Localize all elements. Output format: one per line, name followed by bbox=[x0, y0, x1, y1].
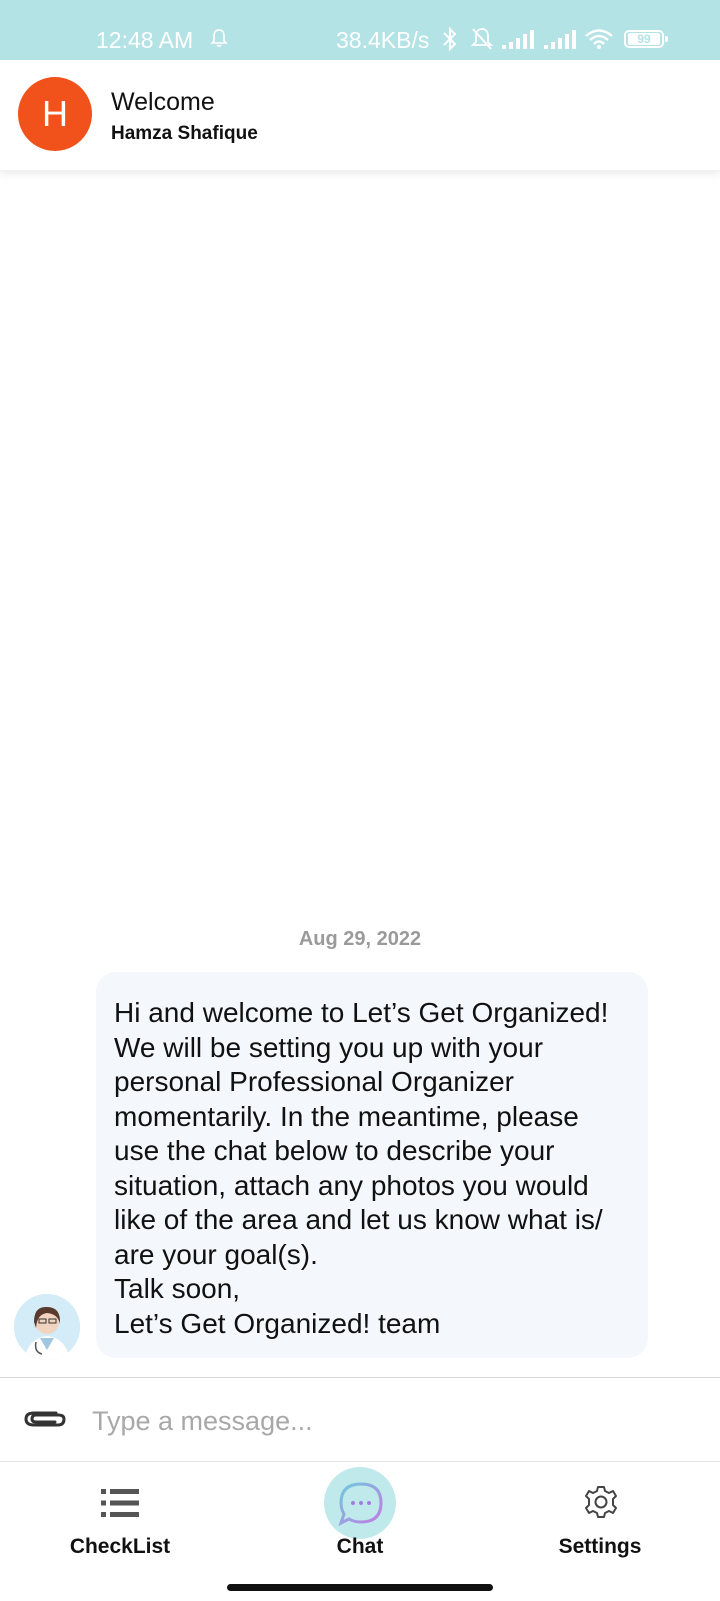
status-time: 12:48 AM bbox=[96, 27, 194, 53]
bluetooth-icon bbox=[443, 26, 457, 52]
message-input[interactable] bbox=[90, 1396, 694, 1446]
nav-settings-label: Settings bbox=[558, 1535, 642, 1558]
date-separator: Aug 29, 2022 bbox=[298, 928, 422, 950]
nav-checklist[interactable]: CheckList bbox=[60, 1462, 180, 1562]
nav-chat[interactable]: Chat bbox=[310, 1462, 410, 1562]
doctor-avatar-icon bbox=[14, 1294, 80, 1360]
checklist-icon bbox=[101, 1489, 139, 1517]
message-composer bbox=[0, 1377, 720, 1462]
battery-level: 99 bbox=[628, 33, 660, 45]
message-text: Hi and welcome to Let’s Get Organized! W… bbox=[114, 997, 609, 1339]
bell-icon bbox=[210, 29, 228, 47]
wifi-icon bbox=[585, 29, 613, 49]
nav-settings[interactable]: Settings bbox=[540, 1462, 660, 1562]
signal-icon bbox=[544, 30, 576, 49]
mute-icon bbox=[470, 28, 494, 50]
home-indicator[interactable] bbox=[227, 1584, 493, 1591]
gear-icon bbox=[585, 1486, 617, 1518]
username-label: Hamza Shafique bbox=[111, 123, 258, 144]
network-speed: 38.4KB/s bbox=[336, 27, 430, 53]
battery-icon: 99 bbox=[624, 30, 668, 48]
message-bubble: Hi and welcome to Let’s Get Organized! W… bbox=[96, 972, 648, 1358]
welcome-label: Welcome bbox=[111, 88, 215, 116]
chat-active-indicator bbox=[324, 1467, 396, 1539]
chat-icon bbox=[338, 1482, 383, 1526]
nav-chat-label: Chat bbox=[336, 1535, 384, 1558]
avatar[interactable]: H bbox=[18, 77, 92, 151]
app-header: H Welcome Hamza Shafique bbox=[0, 60, 720, 170]
status-bar: 12:48 AM 38.4KB/s 99 bbox=[0, 0, 720, 60]
nav-checklist-label: CheckList bbox=[69, 1535, 171, 1558]
attach-icon[interactable] bbox=[22, 1406, 68, 1432]
signal-icon bbox=[502, 30, 534, 49]
agent-avatar bbox=[14, 1294, 80, 1360]
bottom-nav: CheckList Chat Settings bbox=[0, 1461, 720, 1601]
